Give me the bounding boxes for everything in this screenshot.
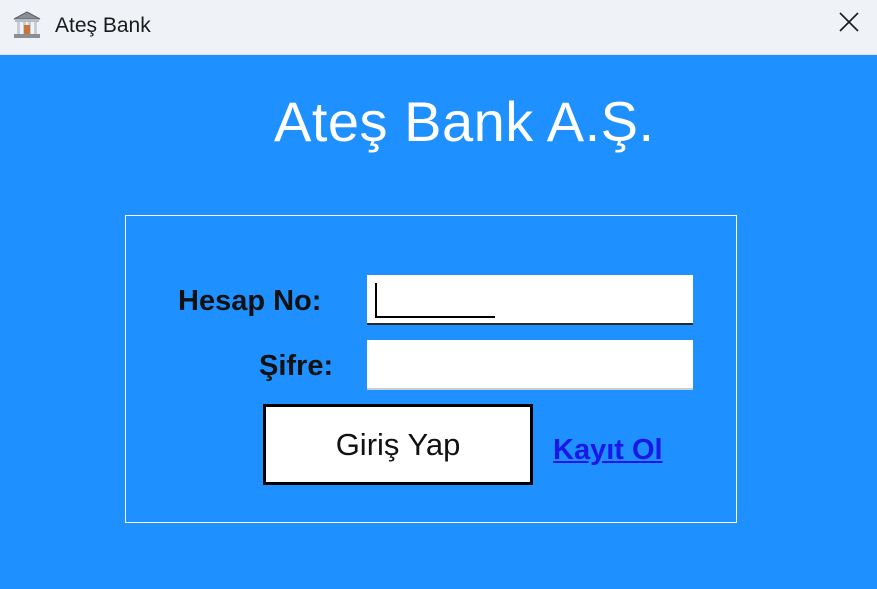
input-underline [375, 316, 495, 318]
bank-heading: Ateş Bank A.Ş. [274, 90, 655, 153]
login-button[interactable]: Giriş Yap [263, 404, 533, 485]
app-window: Ateş Bank Ateş Bank A.Ş. Hesap No: Şifre… [0, 0, 877, 589]
window-title: Ateş Bank [55, 14, 151, 37]
account-number-label: Hesap No: [178, 285, 322, 317]
title-bar[interactable]: Ateş Bank [0, 0, 877, 55]
close-icon [838, 11, 860, 38]
bank-icon [12, 10, 42, 40]
close-button[interactable] [821, 0, 877, 48]
password-input[interactable] [367, 340, 693, 390]
text-caret [375, 283, 377, 316]
register-link[interactable]: Kayıt Ol [553, 433, 663, 467]
password-label: Şifre: [259, 350, 334, 382]
